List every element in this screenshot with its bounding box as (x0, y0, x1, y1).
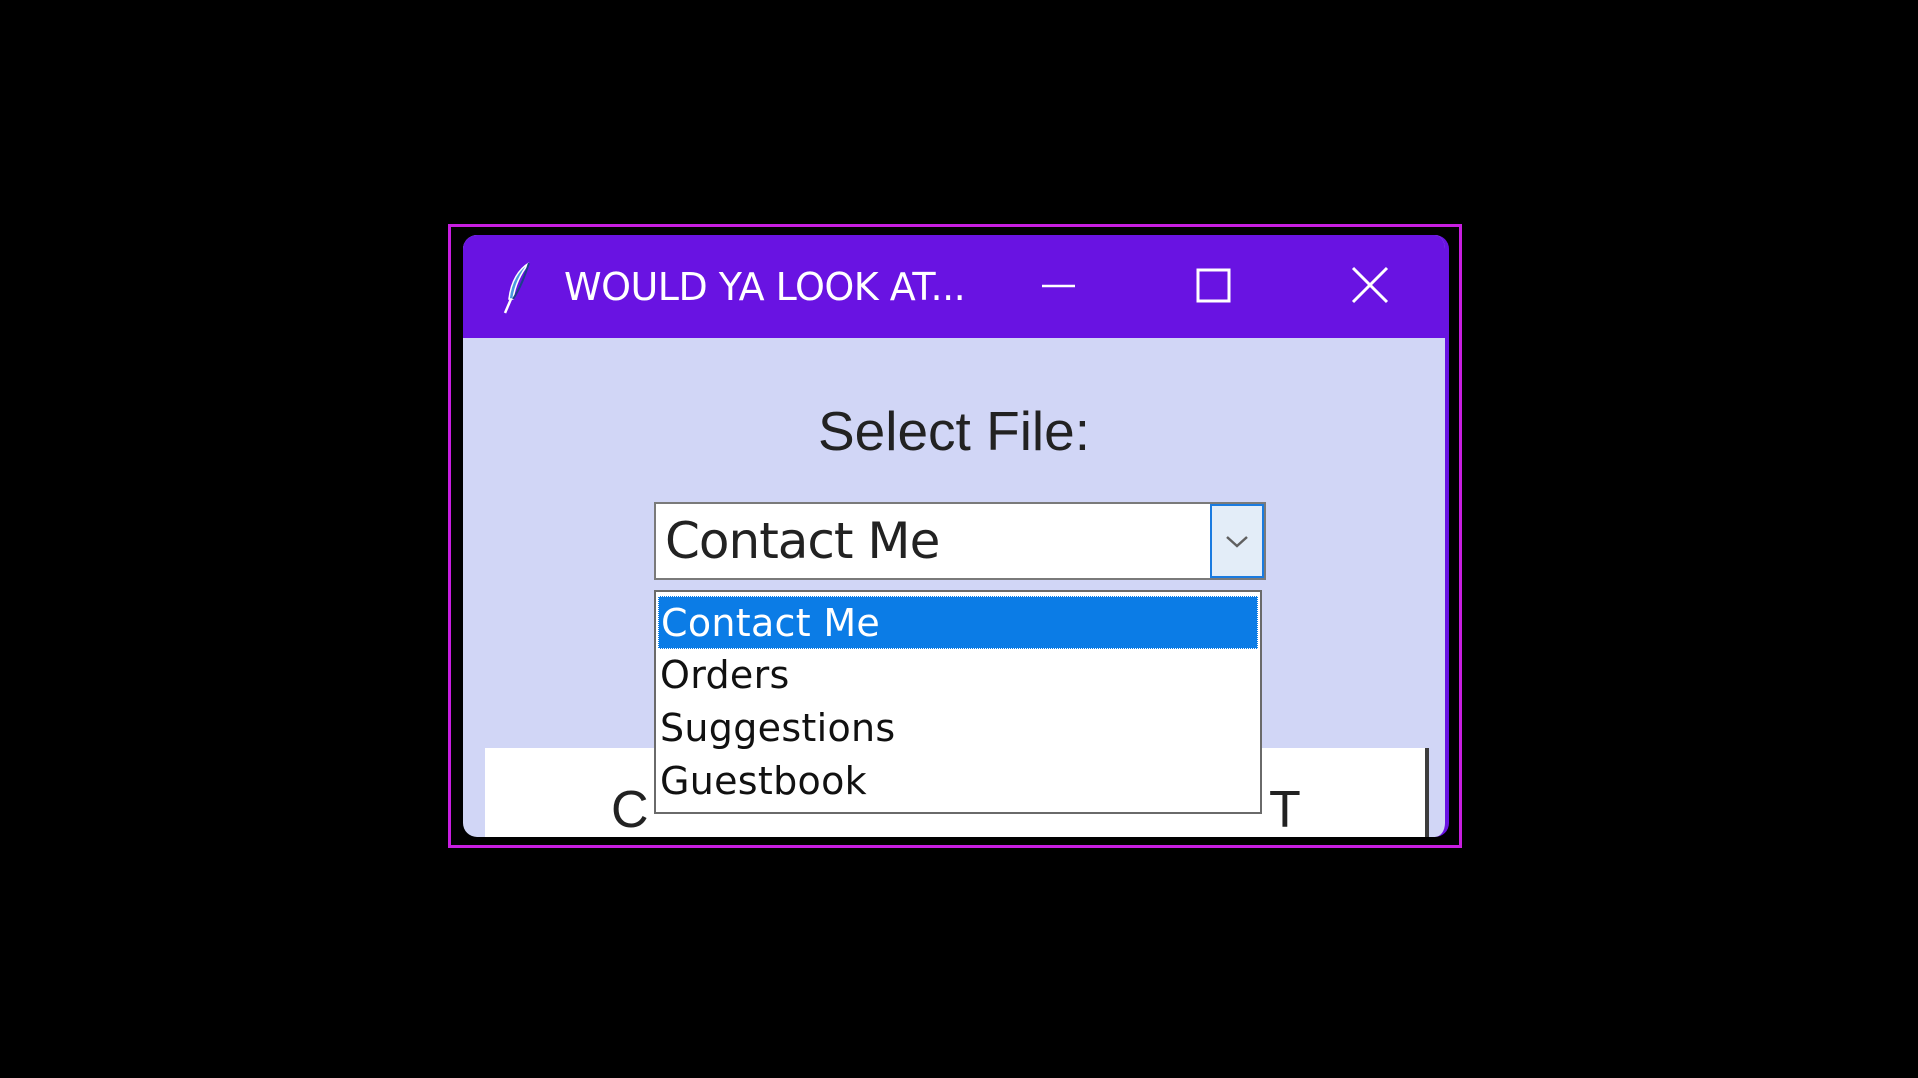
window-title: WOULD YA LOOK AT... (564, 265, 966, 309)
close-icon (1351, 266, 1389, 304)
action-button-label-left: C (611, 781, 649, 837)
combobox-value: Contact Me (665, 512, 940, 570)
dropdown-option-guestbook[interactable]: Guestbook (658, 755, 1258, 808)
select-file-label: Select File: (817, 400, 1091, 462)
app-window: WOULD YA LOOK AT... Select File: C T Con… (463, 235, 1449, 837)
window-content: Select File: C T Contact Me Contact Me O… (463, 338, 1445, 837)
close-button[interactable] (1335, 253, 1405, 319)
maximize-icon (1196, 268, 1231, 303)
minimize-icon (1042, 284, 1075, 288)
title-bar[interactable]: WOULD YA LOOK AT... (463, 235, 1445, 338)
window-frame: WOULD YA LOOK AT... Select File: C T Con… (448, 224, 1462, 848)
minimize-button[interactable] (1023, 253, 1093, 319)
combobox-dropdown-list: Contact Me Orders Suggestions Guestbook (654, 590, 1262, 814)
chevron-down-icon (1226, 536, 1248, 548)
feather-icon (499, 259, 539, 315)
dropdown-option-orders[interactable]: Orders (658, 649, 1258, 702)
combobox-dropdown-button[interactable] (1210, 504, 1264, 578)
dropdown-option-contact-me[interactable]: Contact Me (658, 596, 1258, 649)
dropdown-option-suggestions[interactable]: Suggestions (658, 702, 1258, 755)
file-combobox[interactable]: Contact Me (654, 502, 1266, 580)
action-button-label-right: T (1269, 781, 1301, 837)
maximize-button[interactable] (1178, 253, 1248, 319)
